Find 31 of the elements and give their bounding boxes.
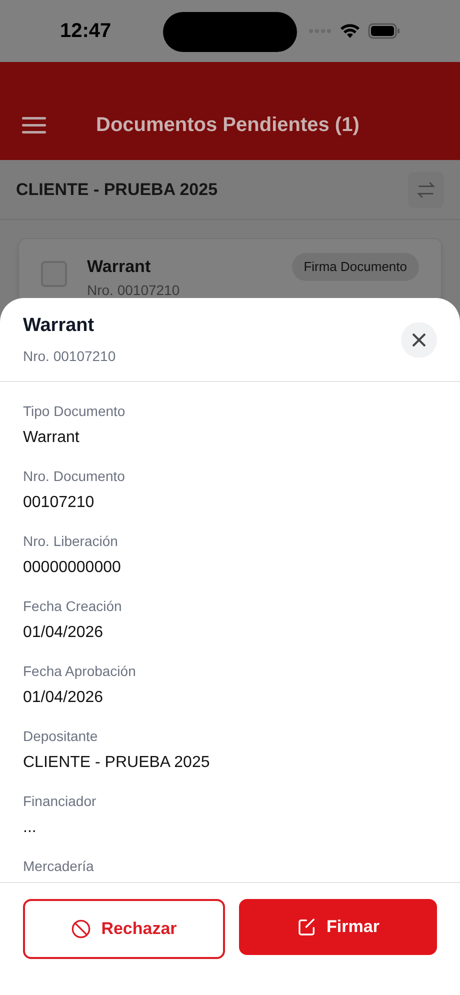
field-value: CLIENTE - PRUEBA 2025 xyxy=(23,753,210,773)
field-value: 00000000000 xyxy=(23,558,121,578)
status-badge: Firma Documento xyxy=(292,253,419,280)
field-label: Fecha Creación xyxy=(23,597,123,615)
card-number: Nro. 00107210 xyxy=(87,282,180,296)
field-label: Nro. Documento xyxy=(23,467,126,485)
close-icon xyxy=(411,332,427,348)
edit-icon xyxy=(296,917,317,937)
battery-icon xyxy=(368,23,400,39)
field-value: 01/04/2026 xyxy=(23,688,104,708)
field-label: Financiador xyxy=(23,792,98,810)
sign-button[interactable]: Firmar xyxy=(239,899,437,955)
page-title: Documentos Pendientes (1) xyxy=(96,113,360,138)
field-label: Depositante xyxy=(23,727,99,745)
wifi-icon xyxy=(340,23,360,39)
sheet-subtitle: Nro. 00107210 xyxy=(23,347,116,366)
field-label: Mercadería xyxy=(23,857,95,875)
field-value: ... xyxy=(23,818,36,838)
field-value: 00107210 xyxy=(23,493,94,513)
reject-button[interactable]: Rechazar xyxy=(23,899,225,959)
field-value: 01/04/2026 xyxy=(23,623,104,643)
menu-icon[interactable] xyxy=(22,116,46,134)
close-button[interactable] xyxy=(401,322,437,358)
field-label: Fecha Aprobación xyxy=(23,662,137,680)
status-time: 12:47 xyxy=(60,19,112,44)
client-name: CLIENTE - PRUEBA 2025 xyxy=(16,178,218,201)
card-title: Warrant xyxy=(87,256,151,278)
prohibited-icon xyxy=(71,919,92,939)
field-value: Warrant xyxy=(23,428,80,448)
field-label: Tipo Documento xyxy=(23,402,126,420)
field-label: Nro. Liberación xyxy=(23,532,119,550)
